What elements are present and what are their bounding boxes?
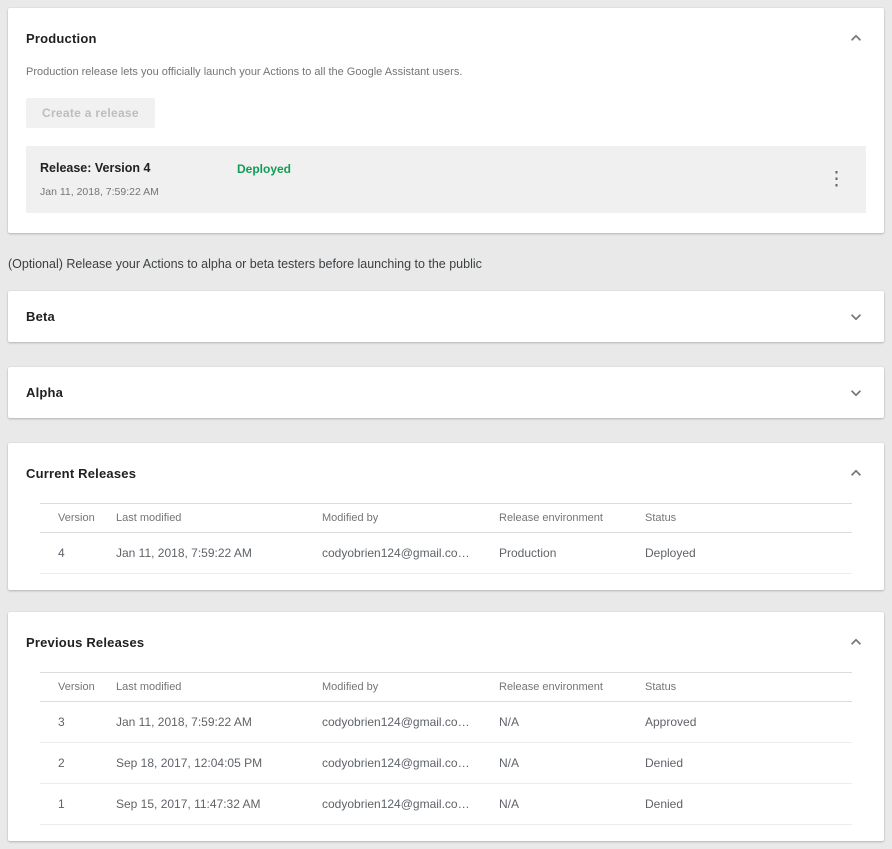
production-card-title: Production (26, 31, 97, 46)
cell-release-environment: N/A (499, 743, 645, 784)
cell-version: 4 (40, 533, 116, 574)
production-description: Production release lets you officially l… (26, 66, 866, 78)
kebab-menu-icon: ⋮ (827, 169, 846, 190)
column-header-version: Version (40, 673, 116, 702)
current-releases-table: Version Last modified Modified by Releas… (40, 503, 852, 574)
chevron-up-icon (846, 28, 866, 48)
cell-last-modified: Sep 15, 2017, 11:47:32 AM (116, 784, 322, 825)
production-card-header[interactable]: Production (26, 28, 866, 48)
production-release-item: Release: Version 4 Jan 11, 2018, 7:59:22… (26, 146, 866, 213)
column-header-release-environment: Release environment (499, 673, 645, 702)
table-row: 3 Jan 11, 2018, 7:59:22 AM codyobrien124… (40, 702, 852, 743)
column-header-status: Status (645, 504, 852, 533)
cell-modified-by: codyobrien124@gmail.co… (322, 743, 499, 784)
alpha-card-title: Alpha (26, 385, 63, 400)
column-header-release-environment: Release environment (499, 504, 645, 533)
chevron-up-icon (846, 463, 866, 483)
cell-status: Deployed (645, 533, 852, 574)
release-date: Jan 11, 2018, 7:59:22 AM (40, 186, 237, 198)
cell-release-environment: N/A (499, 702, 645, 743)
beta-expand-button[interactable] (846, 307, 866, 327)
previous-releases-card-header[interactable]: Previous Releases (8, 632, 884, 652)
table-row: 1 Sep 15, 2017, 11:47:32 AM codyobrien12… (40, 784, 852, 825)
cell-version: 1 (40, 784, 116, 825)
release-status-badge: Deployed (237, 161, 291, 176)
chevron-down-icon (846, 383, 866, 403)
release-name: Release: Version 4 (40, 161, 237, 175)
beta-card-header[interactable]: Beta (8, 291, 884, 342)
cell-modified-by: codyobrien124@gmail.co… (322, 702, 499, 743)
production-collapse-button[interactable] (846, 28, 866, 48)
chevron-up-icon (846, 632, 866, 652)
current-releases-card: Current Releases Version Last modified M… (8, 443, 884, 590)
previous-releases-table: Version Last modified Modified by Releas… (40, 672, 852, 825)
cell-modified-by: codyobrien124@gmail.co… (322, 533, 499, 574)
beta-card-title: Beta (26, 309, 55, 324)
column-header-modified-by: Modified by (322, 504, 499, 533)
table-row: 4 Jan 11, 2018, 7:59:22 AM codyobrien124… (40, 533, 852, 574)
current-releases-collapse-button[interactable] (846, 463, 866, 483)
previous-releases-title: Previous Releases (26, 635, 144, 650)
chevron-down-icon (846, 307, 866, 327)
production-card: Production Production release lets you o… (8, 8, 884, 233)
column-header-version: Version (40, 504, 116, 533)
cell-version: 3 (40, 702, 116, 743)
beta-card: Beta (8, 291, 884, 342)
column-header-last-modified: Last modified (116, 673, 322, 702)
create-release-button[interactable]: Create a release (26, 98, 155, 128)
cell-last-modified: Jan 11, 2018, 7:59:22 AM (116, 702, 322, 743)
cell-version: 2 (40, 743, 116, 784)
column-header-status: Status (645, 673, 852, 702)
table-row: 2 Sep 18, 2017, 12:04:05 PM codyobrien12… (40, 743, 852, 784)
column-header-last-modified: Last modified (116, 504, 322, 533)
cell-status: Denied (645, 784, 852, 825)
cell-last-modified: Sep 18, 2017, 12:04:05 PM (116, 743, 322, 784)
alpha-expand-button[interactable] (846, 383, 866, 403)
column-header-modified-by: Modified by (322, 673, 499, 702)
release-more-options-button[interactable]: ⋮ (821, 168, 852, 191)
cell-last-modified: Jan 11, 2018, 7:59:22 AM (116, 533, 322, 574)
release-info: Release: Version 4 Jan 11, 2018, 7:59:22… (40, 161, 237, 198)
alpha-card: Alpha (8, 367, 884, 418)
table-header-row: Version Last modified Modified by Releas… (40, 673, 852, 702)
previous-releases-card: Previous Releases Version Last modified … (8, 612, 884, 841)
previous-releases-collapse-button[interactable] (846, 632, 866, 652)
table-header-row: Version Last modified Modified by Releas… (40, 504, 852, 533)
cell-status: Approved (645, 702, 852, 743)
current-releases-title: Current Releases (26, 466, 136, 481)
cell-release-environment: Production (499, 533, 645, 574)
release-page: Production Production release lets you o… (0, 0, 892, 849)
cell-modified-by: codyobrien124@gmail.co… (322, 784, 499, 825)
cell-release-environment: N/A (499, 784, 645, 825)
cell-status: Denied (645, 743, 852, 784)
optional-note: (Optional) Release your Actions to alpha… (8, 257, 884, 271)
current-releases-card-header[interactable]: Current Releases (8, 463, 884, 483)
alpha-card-header[interactable]: Alpha (8, 367, 884, 418)
